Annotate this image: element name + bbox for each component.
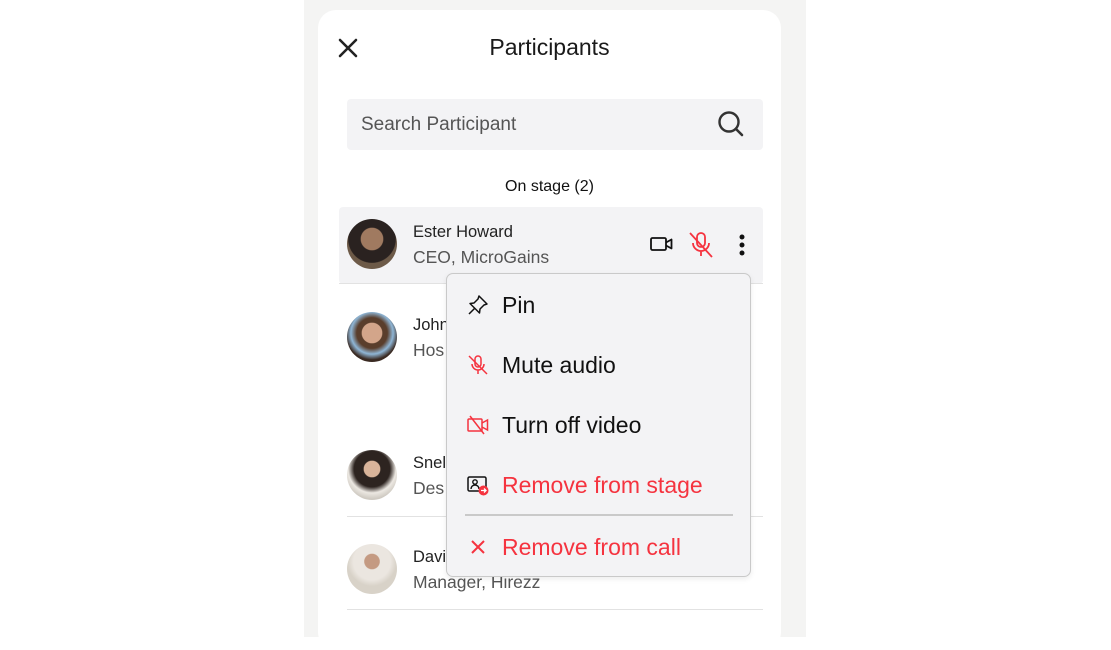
participant-name: Ester Howard xyxy=(413,223,513,241)
divider xyxy=(347,609,763,610)
avatar xyxy=(347,544,397,594)
participant-role: CEO, MicroGains xyxy=(413,247,550,267)
avatar xyxy=(347,450,397,500)
menu-item-label: Remove from stage xyxy=(502,471,703,498)
search-icon[interactable] xyxy=(717,110,745,138)
menu-item-label: Pin xyxy=(502,291,536,318)
participant-name: Snel xyxy=(413,454,447,472)
avatar xyxy=(347,219,397,269)
close-icon xyxy=(471,540,485,554)
participant-name: Davi xyxy=(413,548,447,566)
participant-context-menu: Pin Mute audio Turn off video Remove fro… xyxy=(446,273,751,577)
participant-name: John xyxy=(413,316,449,334)
pin-icon xyxy=(468,295,488,315)
avatar xyxy=(347,312,397,362)
more-options-icon[interactable] xyxy=(738,233,746,257)
search-input[interactable] xyxy=(347,99,707,150)
menu-item-label: Remove from call xyxy=(502,533,681,560)
menu-item-remove-from-stage[interactable]: Remove from stage xyxy=(447,460,749,510)
page-title: Participants xyxy=(489,34,610,60)
menu-item-turn-off-video[interactable]: Turn off video xyxy=(447,400,749,450)
mic-off-icon xyxy=(468,355,488,375)
search-box xyxy=(347,99,763,150)
video-off-icon xyxy=(467,415,489,435)
menu-item-pin[interactable]: Pin xyxy=(447,280,749,330)
menu-item-remove-from-call[interactable]: Remove from call xyxy=(447,522,749,572)
participant-role: Des xyxy=(413,478,445,498)
menu-item-label: Turn off video xyxy=(502,411,642,438)
mic-off-icon[interactable] xyxy=(688,231,714,259)
video-camera-icon[interactable] xyxy=(650,235,673,253)
participant-role: Hos xyxy=(413,340,445,360)
menu-item-label: Mute audio xyxy=(502,351,616,378)
menu-item-mute-audio[interactable]: Mute audio xyxy=(447,340,749,390)
remove-from-stage-icon xyxy=(467,476,489,496)
menu-divider xyxy=(465,514,733,516)
section-on-stage: On stage (2) xyxy=(505,178,594,195)
